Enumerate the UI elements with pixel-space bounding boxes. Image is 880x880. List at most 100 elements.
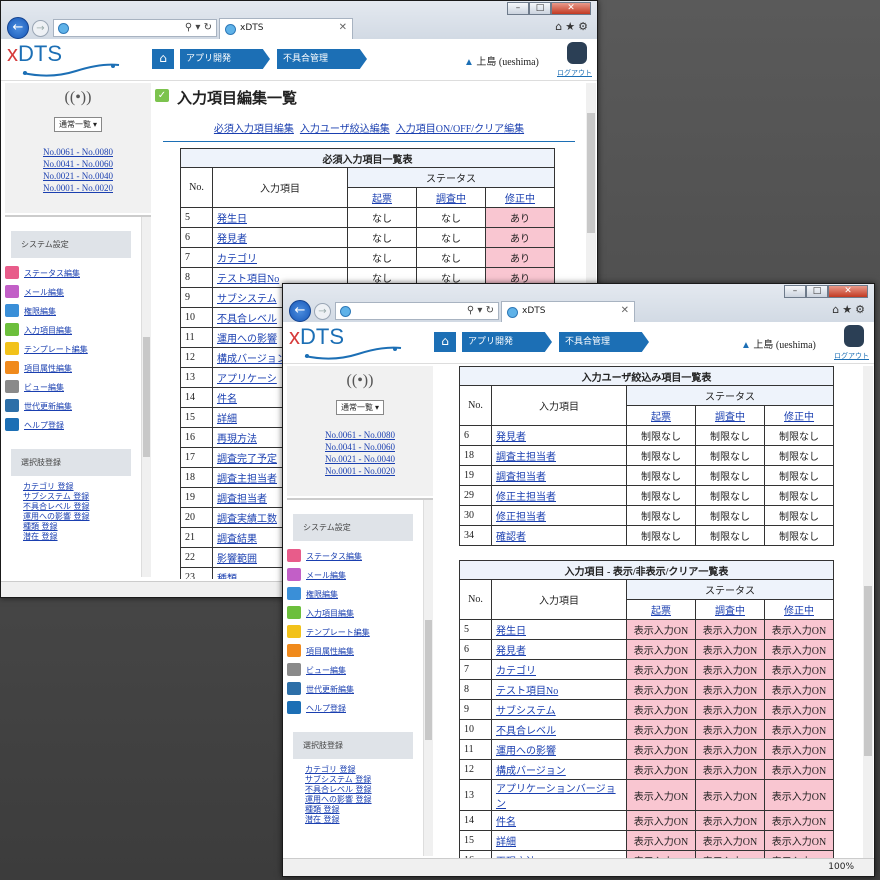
tab-close-icon[interactable]: ✕: [339, 22, 347, 33]
row-item-link[interactable]: 詳細: [491, 830, 627, 851]
range-link[interactable]: No.0061 - No.0080: [287, 429, 433, 441]
toolbar-icons[interactable]: ⌂★⚙: [555, 20, 591, 33]
back-button[interactable]: ←: [289, 300, 311, 322]
address-bar[interactable]: ⚲ ▾ ↻: [53, 19, 217, 37]
option-link[interactable]: 運用への影響 登録: [23, 512, 151, 522]
sidebar-item[interactable]: ステータス編集: [287, 547, 433, 566]
forward-button[interactable]: →: [32, 20, 49, 37]
sidebar-item[interactable]: ステータス編集: [5, 264, 151, 283]
option-link[interactable]: 運用への影響 登録: [305, 795, 433, 805]
sidebar-item[interactable]: 世代更新編集: [287, 680, 433, 699]
col-status-filed[interactable]: 起票: [626, 405, 696, 426]
sidebar-item[interactable]: テンプレート編集: [287, 623, 433, 642]
zoom-level[interactable]: 100%: [828, 862, 854, 872]
row-item-link[interactable]: 発見者: [212, 227, 348, 248]
option-link[interactable]: サブシステム 登録: [305, 775, 433, 785]
row-item-link[interactable]: 発見者: [491, 425, 627, 446]
home-icon[interactable]: ⌂: [434, 332, 456, 352]
row-item-link[interactable]: 調査主担当者: [491, 445, 627, 466]
range-link[interactable]: No.0061 - No.0080: [5, 146, 151, 158]
logout-icon[interactable]: [567, 42, 587, 64]
link-user-filter[interactable]: 入力ユーザ絞込編集: [300, 124, 390, 135]
sidebar-item[interactable]: テンプレート編集: [5, 340, 151, 359]
address-bar[interactable]: ⚲ ▾ ↻: [335, 302, 499, 320]
option-link[interactable]: 不具合レベル 登録: [305, 785, 433, 795]
sidebar-item[interactable]: メール編集: [5, 283, 151, 302]
col-status-investigating[interactable]: 調査中: [695, 599, 765, 620]
sidebar-item[interactable]: 権限編集: [287, 585, 433, 604]
row-item-link[interactable]: 再現方法: [491, 850, 627, 858]
row-item-link[interactable]: 構成バージョン: [491, 759, 627, 780]
minimize-button[interactable]: –: [507, 2, 529, 15]
minimize-button[interactable]: –: [784, 285, 806, 298]
sidebar-scrollbar[interactable]: [141, 217, 151, 577]
sidebar-scrollbar[interactable]: [423, 500, 433, 856]
col-status-filed[interactable]: 起票: [626, 599, 696, 620]
sidebar-item[interactable]: 項目属性編集: [287, 642, 433, 661]
row-item-link[interactable]: 修正主担当者: [491, 485, 627, 506]
range-link[interactable]: No.0001 - No.0020: [5, 182, 151, 194]
tab-close-icon[interactable]: ✕: [621, 305, 629, 316]
sidebar-item[interactable]: ヘルプ登録: [287, 699, 433, 718]
logout-link[interactable]: ログアウト: [557, 68, 592, 78]
col-status-fixing[interactable]: 修正中: [764, 599, 834, 620]
col-status-investigating[interactable]: 調査中: [416, 187, 486, 208]
sidebar-item[interactable]: メール編集: [287, 566, 433, 585]
link-required[interactable]: 必須入力項目編集: [214, 124, 294, 135]
sidebar-item[interactable]: ビュー編集: [287, 661, 433, 680]
link-onoff[interactable]: 入力項目ON/OFF/クリア編集: [396, 124, 524, 135]
logout-link[interactable]: ログアウト: [834, 351, 869, 361]
row-item-link[interactable]: テスト項目No: [491, 679, 627, 700]
option-link[interactable]: 潜在 登録: [305, 815, 433, 825]
sidebar-item[interactable]: 入力項目編集: [5, 321, 151, 340]
col-status-filed[interactable]: 起票: [347, 187, 417, 208]
breadcrumb-app[interactable]: アプリ開発: [462, 332, 552, 352]
row-item-link[interactable]: 発生日: [491, 619, 627, 640]
option-link[interactable]: サブシステム 登録: [23, 492, 151, 502]
option-link[interactable]: 種類 登録: [23, 522, 151, 532]
close-window-button[interactable]: ✕: [551, 2, 591, 15]
breadcrumb-defects[interactable]: 不具合管理: [559, 332, 649, 352]
browser-tab[interactable]: xDTS ✕: [219, 18, 353, 39]
range-link[interactable]: No.0041 - No.0060: [287, 441, 433, 453]
row-item-link[interactable]: 発生日: [212, 207, 348, 228]
sidebar-item[interactable]: 世代更新編集: [5, 397, 151, 416]
breadcrumb-app[interactable]: アプリ開発: [180, 49, 270, 69]
row-item-link[interactable]: カテゴリ: [212, 247, 348, 268]
browser-tab[interactable]: xDTS ✕: [501, 301, 635, 322]
view-select[interactable]: 通常一覧 ▾: [335, 400, 384, 415]
home-icon[interactable]: ⌂: [152, 49, 174, 69]
option-link[interactable]: カテゴリ 登録: [305, 765, 433, 775]
row-item-link[interactable]: 件名: [491, 810, 627, 831]
search-refresh-icon[interactable]: ⚲ ▾ ↻: [467, 305, 494, 316]
sidebar-item[interactable]: 権限編集: [5, 302, 151, 321]
option-link[interactable]: 不具合レベル 登録: [23, 502, 151, 512]
row-item-link[interactable]: サブシステム: [491, 699, 627, 720]
breadcrumb-defects[interactable]: 不具合管理: [277, 49, 367, 69]
row-item-link[interactable]: 調査担当者: [491, 465, 627, 486]
row-item-link[interactable]: 不具合レベル: [491, 719, 627, 740]
forward-button[interactable]: →: [314, 303, 331, 320]
row-item-link[interactable]: アプリケーションバージョン: [491, 779, 627, 811]
col-status-fixing[interactable]: 修正中: [763, 405, 835, 426]
range-link[interactable]: No.0021 - No.0040: [287, 453, 433, 465]
sidebar-item[interactable]: 入力項目編集: [287, 604, 433, 623]
maximize-button[interactable]: □: [529, 2, 551, 15]
sidebar-item[interactable]: ヘルプ登録: [5, 416, 151, 435]
range-link[interactable]: No.0001 - No.0020: [287, 465, 433, 477]
back-button[interactable]: ←: [7, 17, 29, 39]
option-link[interactable]: 種類 登録: [305, 805, 433, 815]
maximize-button[interactable]: □: [806, 285, 828, 298]
col-status-investigating[interactable]: 調査中: [695, 405, 765, 426]
row-item-link[interactable]: カテゴリ: [491, 659, 627, 680]
range-link[interactable]: No.0021 - No.0040: [5, 170, 151, 182]
logout-icon[interactable]: [844, 325, 864, 347]
sidebar-item[interactable]: ビュー編集: [5, 378, 151, 397]
close-window-button[interactable]: ✕: [828, 285, 868, 298]
sidebar-item[interactable]: 項目属性編集: [5, 359, 151, 378]
option-link[interactable]: カテゴリ 登録: [23, 482, 151, 492]
page-scrollbar[interactable]: [863, 366, 873, 858]
range-link[interactable]: No.0041 - No.0060: [5, 158, 151, 170]
row-item-link[interactable]: 確認者: [491, 525, 627, 546]
toolbar-icons[interactable]: ⌂★⚙: [832, 303, 868, 316]
